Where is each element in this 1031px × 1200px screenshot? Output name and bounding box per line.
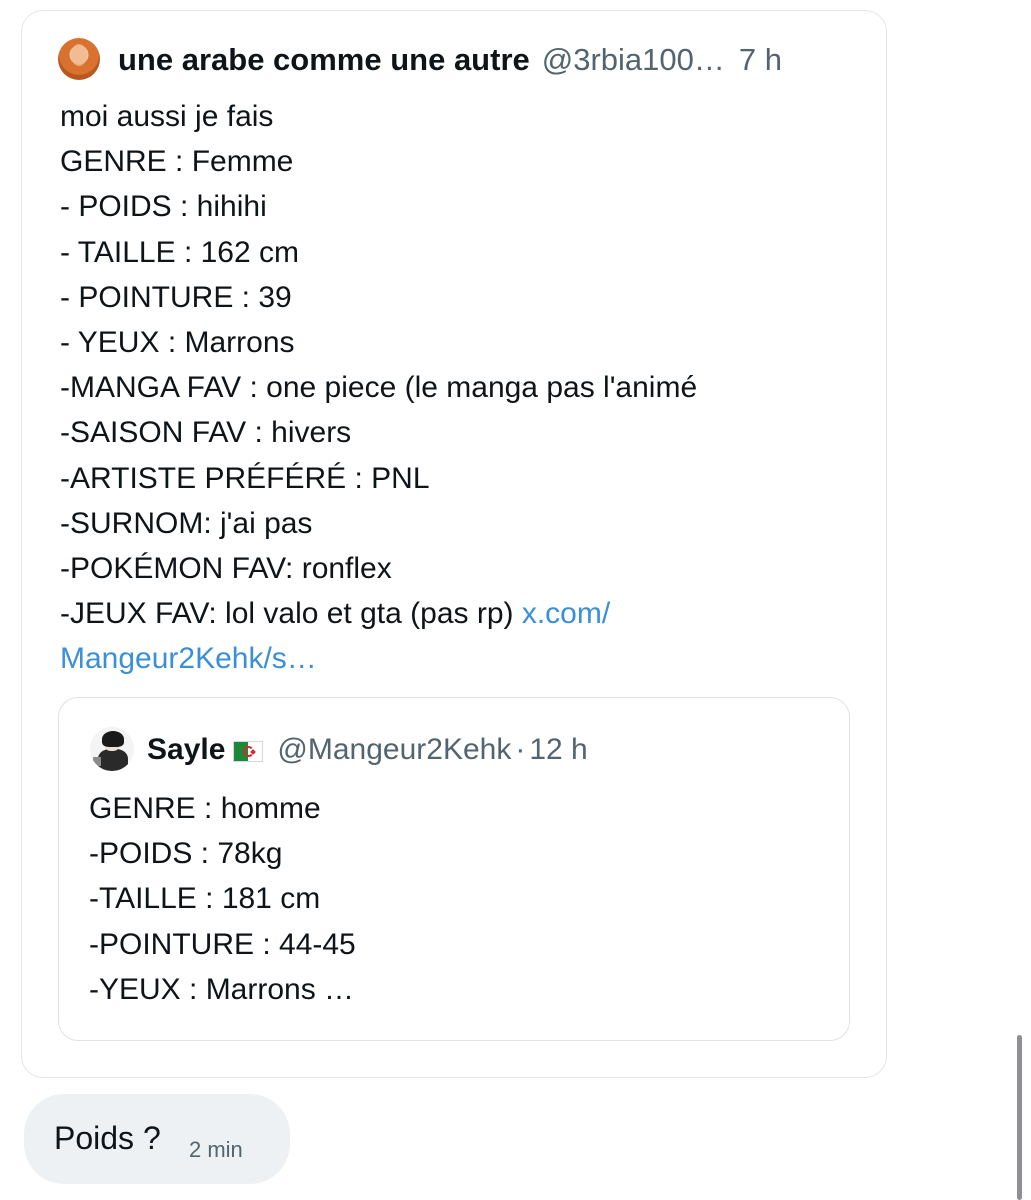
tweet-link-continuation[interactable]: Mangeur2Kehk/s…	[60, 636, 860, 681]
tweet-line-last: -JEUX FAV: lol valo et gta (pas rp) x.co…	[60, 591, 860, 636]
tweet-line: - YEUX : Marrons	[60, 326, 295, 360]
quote-author-row: Sayle @Mangeur2Kehk · 12 h	[147, 730, 588, 770]
tweet-author-name[interactable]: une arabe comme une autre	[118, 42, 530, 78]
tweet-body: moi aussi je fais GENRE : Femme - POIDS …	[60, 94, 860, 682]
tweet-line: -POKÉMON FAV: ronflex	[60, 552, 392, 586]
separator-dot: ·	[515, 733, 526, 766]
tweet-author-row: une arabe comme une autre @3rbia100… · 7…	[118, 42, 782, 82]
quote-timestamp[interactable]: 12 h	[529, 733, 587, 767]
tweet-line-text: -JEUX FAV: lol valo et gta (pas rp)	[60, 597, 522, 631]
avatar-figure-body	[98, 749, 128, 771]
quote-author-handle[interactable]: @Mangeur2Kehk	[277, 733, 511, 767]
quote-line: GENRE : homme	[89, 792, 321, 825]
tweet-link[interactable]: x.com/	[522, 597, 610, 630]
tweet-line: -ARTISTE PRÉFÉRÉ : PNL	[60, 461, 430, 495]
tweet-line: -SURNOM: j'ai pas	[60, 506, 313, 540]
quote-body: GENRE : homme -POIDS : 78kg -TAILLE : 18…	[89, 786, 829, 1012]
conversation-view: une arabe comme une autre @3rbia100… · 7…	[0, 0, 1031, 1200]
tweet-line: GENRE : Femme	[60, 145, 294, 179]
quote-line: -TAILLE : 181 cm	[89, 882, 321, 916]
tweet-author-handle[interactable]: @3rbia100…	[542, 42, 725, 78]
message-text: Poids ?	[54, 1120, 161, 1156]
tweet-line: - POINTURE : 39	[60, 280, 292, 314]
avatar-figure-hair	[102, 731, 124, 747]
tweet-line: - TAILLE : 162 cm	[60, 235, 299, 269]
avatar-figure-cup	[93, 757, 101, 766]
tweet-line: moi aussi je fais	[60, 100, 274, 133]
tweet-line: -SAISON FAV : hivers	[60, 416, 352, 450]
tweet-line: - POIDS : hihihi	[60, 190, 267, 224]
tweet-timestamp[interactable]: 7 h	[739, 42, 782, 78]
author-avatar[interactable]	[58, 38, 100, 80]
quote-author-name[interactable]: Sayle	[147, 733, 225, 767]
message-timestamp: 2 min	[189, 1137, 243, 1162]
quote-author-avatar[interactable]	[90, 727, 134, 771]
algeria-flag-icon	[233, 740, 264, 762]
quote-line: -POIDS : 78kg	[89, 837, 283, 871]
scrollbar-thumb[interactable]	[1017, 1035, 1022, 1200]
tweet-line: -MANGA FAV : one piece (le manga pas l'a…	[60, 371, 698, 405]
quote-line: -POINTURE : 44-45	[89, 927, 356, 961]
quote-line: -YEUX : Marrons …	[89, 972, 355, 1006]
